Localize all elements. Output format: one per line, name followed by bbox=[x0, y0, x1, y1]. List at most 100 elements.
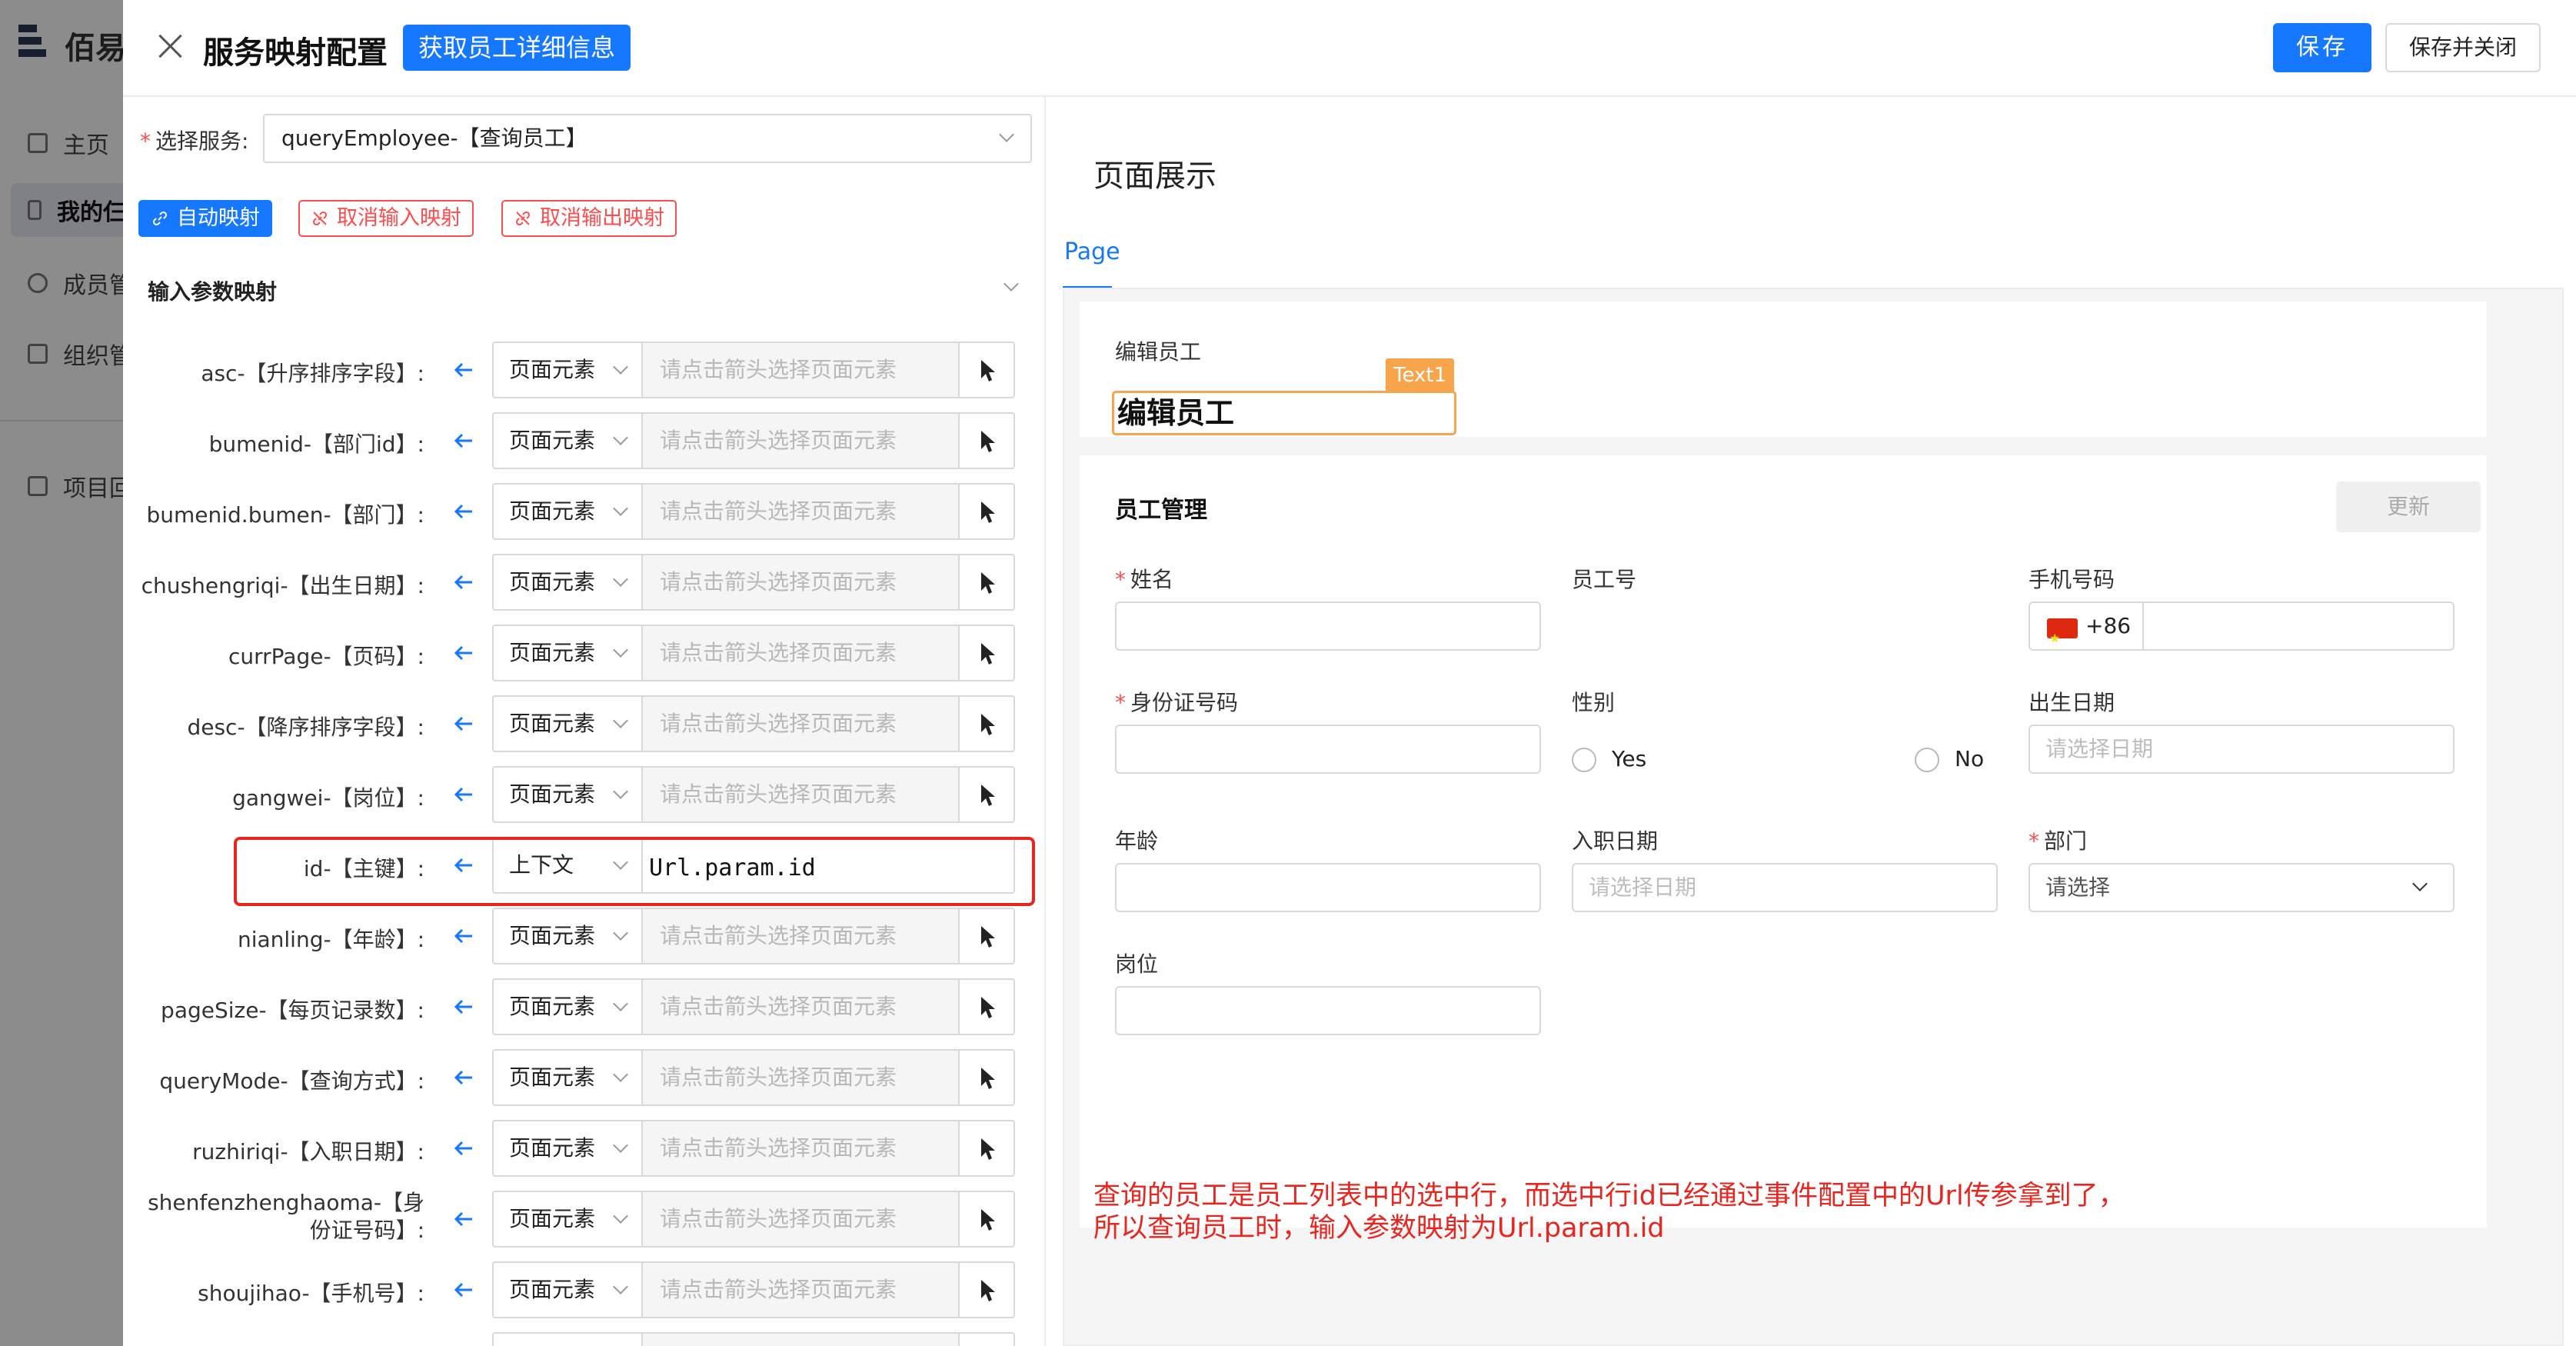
chevron-down-icon bbox=[613, 359, 628, 375]
param-element-input[interactable]: 请点击箭头选择页面元素 bbox=[641, 341, 960, 398]
cancel-input-mapping-button[interactable]: 取消输入映射 bbox=[298, 200, 474, 237]
hire-date-picker[interactable]: 请选择日期 bbox=[1572, 863, 1998, 912]
fetch-employee-detail-button[interactable]: 获取员工详细信息 bbox=[403, 25, 631, 71]
element-picker-button[interactable] bbox=[958, 1120, 1015, 1177]
param-source-select[interactable]: 页面元素 bbox=[492, 341, 643, 398]
param-element-input[interactable]: 请点击箭头选择页面元素 bbox=[641, 412, 960, 469]
param-element-input[interactable]: 请点击箭头选择页面元素 bbox=[641, 625, 960, 681]
dept-select[interactable]: 请选择 bbox=[2029, 863, 2455, 912]
element-picker-button[interactable] bbox=[958, 341, 1015, 398]
element-picker-button[interactable] bbox=[958, 1191, 1015, 1248]
phone-input[interactable]: +86 bbox=[2029, 601, 2455, 661]
param-source-select[interactable]: 页面元素 bbox=[492, 1120, 643, 1177]
param-label: ruzhiriqi-【入职日期】: bbox=[192, 1139, 424, 1164]
param-source-select[interactable]: 页面元素 bbox=[492, 766, 643, 823]
arrow-left-icon[interactable] bbox=[452, 641, 475, 665]
param-element-input[interactable]: 请点击箭头选择页面元素 bbox=[641, 978, 960, 1035]
param-element-input[interactable]: 请点击箭头选择页面元素 bbox=[641, 1261, 960, 1318]
element-picker-button[interactable] bbox=[958, 1332, 1015, 1346]
param-source-select[interactable]: 页面元素 bbox=[492, 625, 643, 681]
arrow-left-icon[interactable] bbox=[452, 1137, 475, 1160]
param-source-select[interactable]: 页面元素 bbox=[492, 554, 643, 611]
arrow-left-icon[interactable] bbox=[452, 712, 475, 735]
chevron-down-icon bbox=[999, 127, 1014, 142]
element-picker-button[interactable] bbox=[958, 695, 1015, 752]
param-element-input[interactable]: 请点击箭头选择页面元素 bbox=[641, 695, 960, 752]
birth-date-picker[interactable]: 请选择日期 bbox=[2029, 725, 2455, 774]
param-row: chushengriqi-【出生日期】: 页面元素 请点击箭头选择页面元素 bbox=[123, 554, 1044, 611]
element-picker-button[interactable] bbox=[958, 625, 1015, 681]
element-picker-button[interactable] bbox=[958, 1049, 1015, 1106]
cursor-icon bbox=[981, 431, 995, 452]
cancel-output-mapping-button[interactable]: 取消输出映射 bbox=[501, 200, 677, 237]
arrow-left-icon[interactable] bbox=[452, 783, 475, 806]
chevron-down-icon bbox=[2412, 876, 2428, 891]
param-source-select[interactable] bbox=[492, 1332, 643, 1346]
param-row: nianling-【年龄】: 页面元素 请点击箭头选择页面元素 bbox=[123, 908, 1044, 965]
param-source-select[interactable]: 页面元素 bbox=[492, 1049, 643, 1106]
save-button[interactable]: 保存 bbox=[2273, 23, 2371, 72]
tab-page[interactable]: Page bbox=[1064, 238, 1120, 265]
param-element-input[interactable]: 请点击箭头选择页面元素 bbox=[641, 554, 960, 611]
name-input[interactable] bbox=[1115, 601, 1541, 651]
element-picker-button[interactable] bbox=[958, 978, 1015, 1035]
save-and-close-button[interactable]: 保存并关闭 bbox=[2385, 23, 2541, 72]
arrow-left-icon[interactable] bbox=[452, 358, 475, 381]
param-label: queryMode-【查询方式】: bbox=[159, 1068, 424, 1094]
element-picker-button[interactable] bbox=[958, 412, 1015, 469]
country-code-select[interactable]: +86 bbox=[2030, 603, 2144, 661]
arrow-left-icon[interactable] bbox=[452, 571, 475, 594]
arrow-left-icon[interactable] bbox=[452, 925, 475, 948]
param-source-select[interactable]: 页面元素 bbox=[492, 695, 643, 752]
cursor-icon bbox=[981, 1209, 995, 1231]
param-label: chushengriqi-【出生日期】: bbox=[141, 573, 424, 598]
element-picker-button[interactable] bbox=[958, 483, 1015, 540]
param-element-input[interactable]: 请点击箭头选择页面元素 bbox=[641, 908, 960, 965]
param-source-select[interactable]: 页面元素 bbox=[492, 483, 643, 540]
element-picker-button[interactable] bbox=[958, 1261, 1015, 1318]
drawer-title: 服务映射配置 bbox=[203, 35, 388, 71]
name-label: * 姓名 bbox=[1115, 567, 1174, 592]
param-source-select[interactable]: 页面元素 bbox=[492, 1191, 643, 1248]
element-picker-button[interactable] bbox=[958, 766, 1015, 823]
gender-no-radio[interactable] bbox=[1915, 748, 1939, 772]
param-source-value: 页面元素 bbox=[509, 569, 596, 595]
param-element-input[interactable]: 请点击箭头选择页面元素 bbox=[641, 483, 960, 540]
mapping-panel: * 选择服务: queryEmployee-【查询员工】 自动映射 取消输入映射 … bbox=[123, 97, 1046, 1346]
param-source-select[interactable]: 页面元素 bbox=[492, 1261, 643, 1318]
element-picker-button[interactable] bbox=[958, 554, 1015, 611]
param-element-input[interactable] bbox=[641, 1332, 960, 1346]
id-no-input[interactable] bbox=[1115, 725, 1541, 774]
param-element-input[interactable]: 请点击箭头选择页面元素 bbox=[641, 1120, 960, 1177]
param-label: gangwei-【岗位】: bbox=[232, 785, 424, 811]
arrow-left-icon[interactable] bbox=[452, 1066, 475, 1089]
gender-yes-radio[interactable] bbox=[1572, 748, 1596, 772]
arrow-left-icon[interactable] bbox=[452, 500, 475, 523]
update-button[interactable]: 更新 bbox=[2336, 481, 2481, 532]
param-source-select[interactable]: 页面元素 bbox=[492, 412, 643, 469]
close-icon[interactable] bbox=[157, 32, 185, 60]
arrow-left-icon[interactable] bbox=[452, 429, 475, 452]
cursor-icon bbox=[981, 785, 995, 806]
auto-map-button[interactable]: 自动映射 bbox=[138, 200, 272, 237]
age-input[interactable] bbox=[1115, 863, 1541, 912]
id-mapping-highlight bbox=[234, 837, 1035, 906]
param-source-value: 页面元素 bbox=[509, 711, 596, 736]
param-element-input[interactable]: 请点击箭头选择页面元素 bbox=[641, 766, 960, 823]
post-input[interactable] bbox=[1115, 986, 1541, 1035]
collapse-chevron-icon[interactable] bbox=[1003, 276, 1019, 292]
text1-component[interactable]: 编辑员工 bbox=[1112, 391, 1456, 435]
param-source-value: 页面元素 bbox=[509, 357, 596, 382]
preview-title: 页面展示 bbox=[1093, 158, 1216, 194]
param-element-input[interactable]: 请点击箭头选择页面元素 bbox=[641, 1049, 960, 1106]
cursor-icon bbox=[981, 501, 995, 523]
param-source-select[interactable]: 页面元素 bbox=[492, 978, 643, 1035]
cursor-icon bbox=[981, 1280, 995, 1301]
arrow-left-icon[interactable] bbox=[452, 1208, 475, 1231]
element-picker-button[interactable] bbox=[958, 908, 1015, 965]
param-source-select[interactable]: 页面元素 bbox=[492, 908, 643, 965]
param-element-input[interactable]: 请点击箭头选择页面元素 bbox=[641, 1191, 960, 1248]
arrow-left-icon[interactable] bbox=[452, 995, 475, 1018]
service-select[interactable]: queryEmployee-【查询员工】 bbox=[263, 114, 1032, 163]
arrow-left-icon[interactable] bbox=[452, 1278, 475, 1301]
